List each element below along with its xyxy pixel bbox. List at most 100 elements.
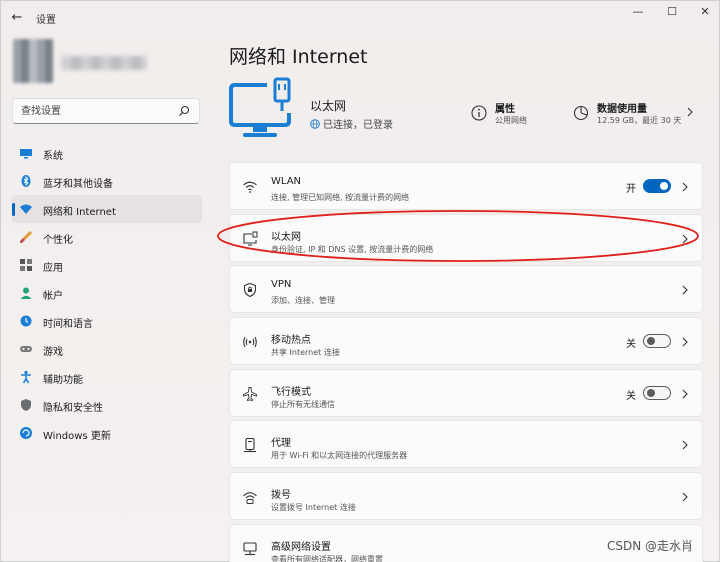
sidebar-item-label: 个性化 — [43, 235, 73, 246]
card-title: 飞行模式 — [271, 386, 311, 398]
chevron-right-icon — [682, 441, 688, 450]
wifi-icon — [243, 181, 257, 193]
sidebar-item-label: 时间和语言 — [43, 319, 93, 330]
chevron-right-icon — [682, 492, 688, 502]
toggle-state-label: 开 — [626, 184, 636, 195]
sidebar-item-label: 辅助功能 — [43, 375, 83, 386]
data-usage-sub: 12.59 GB，最近 30 天 — [597, 116, 682, 125]
toggle-knob — [647, 388, 655, 397]
sidebar-item-label: 网络和 Internet — [43, 207, 116, 218]
shield-icon — [21, 399, 31, 411]
ethernet-icon — [243, 231, 258, 246]
settings-list: WLAN 连接, 管理已知网络, 按流量计费的网络 开 以太网 身份验证, IP… — [229, 162, 703, 562]
chevron-right-icon — [682, 337, 688, 347]
close-button[interactable]: ✕ — [688, 4, 720, 20]
sidebar-item-accessibility[interactable]: 辅助功能 — [12, 363, 202, 391]
dialup-icon — [243, 492, 257, 505]
avatar[interactable] — [13, 39, 53, 83]
proxy-icon — [244, 438, 256, 453]
sidebar-item-label: 蓝牙和其他设备 — [43, 179, 113, 190]
card-mobile-hotspot[interactable]: 移动热点 共享 Internet 连接 关 — [229, 317, 703, 366]
card-subtitle: 用于 Wi-Fi 和以太网连接的代理服务器 — [271, 451, 408, 461]
toggle-state-label: 关 — [626, 390, 636, 402]
data-usage-label: 数据使用量 — [597, 104, 647, 115]
apps-icon — [20, 259, 32, 271]
back-button[interactable]: ← — [7, 9, 27, 27]
sidebar-item-label: 帐户 — [43, 291, 63, 302]
chevron-right-icon — [682, 182, 688, 192]
network-pc-icon — [243, 542, 257, 555]
hotspot-toggle[interactable] — [643, 334, 671, 349]
chevron-right-icon — [682, 389, 688, 399]
card-title: 代理 — [271, 438, 291, 450]
sidebar-item-label: Windows 更新 — [43, 431, 111, 442]
card-vpn[interactable]: VPN 添加、连接、管理 — [229, 265, 703, 314]
minimize-button[interactable]: — — [621, 4, 655, 20]
card-subtitle: 查看所有网络适配器，网络重置 — [271, 554, 383, 562]
card-title: VPN — [271, 279, 292, 291]
settings-window: ← 设置 — ☐ ✕ 系统 蓝牙和其他设备 — [0, 0, 720, 562]
search-input[interactable] — [21, 104, 171, 118]
title-bar: ← 设置 — ☐ ✕ — [1, 1, 719, 35]
maximize-button[interactable]: ☐ — [655, 4, 689, 20]
sidebar-item-label: 应用 — [43, 263, 63, 274]
sidebar-item-privacy[interactable]: 隐私和安全性 — [12, 391, 202, 419]
page-title: 网络和 Internet — [229, 46, 368, 68]
chevron-right-icon — [682, 234, 688, 244]
card-subtitle: 共享 Internet 连接 — [271, 348, 340, 358]
card-subtitle: 身份验证, IP 和 DNS 设置, 按流量计费的网络 — [271, 244, 434, 254]
card-ethernet[interactable]: 以太网 身份验证, IP 和 DNS 设置, 按流量计费的网络 — [229, 213, 703, 262]
sidebar-item-label: 系统 — [43, 151, 63, 162]
toggle-state-label: 关 — [626, 339, 636, 351]
gamepad-icon — [20, 346, 32, 352]
sidebar-item-system[interactable]: 系统 — [12, 139, 202, 167]
sidebar-item-network[interactable]: 网络和 Internet — [12, 195, 202, 223]
brush-icon — [20, 231, 32, 243]
chevron-right-icon — [682, 285, 688, 295]
toggle-knob — [660, 182, 668, 190]
card-proxy[interactable]: 代理 用于 Wi-Fi 和以太网连接的代理服务器 — [229, 420, 703, 469]
pie-chart-icon — [573, 105, 589, 121]
airplane-mode-toggle[interactable] — [643, 385, 671, 400]
globe-clock-icon — [20, 315, 32, 327]
airplane-icon — [243, 386, 257, 401]
properties-button[interactable]: 属性 公用网络 — [469, 98, 549, 128]
bluetooth-icon — [21, 175, 31, 187]
card-subtitle: 添加、连接、管理 — [271, 296, 335, 306]
account-name-blurred — [61, 56, 147, 70]
sidebar-item-apps[interactable]: 应用 — [12, 251, 202, 279]
connection-status-text: 已连接，已登录 — [323, 120, 393, 131]
hotspot-icon — [243, 336, 257, 348]
card-subtitle: 连接, 管理已知网络, 按流量计费的网络 — [271, 193, 410, 202]
sidebar-item-windows-update[interactable]: Windows 更新 — [12, 419, 202, 447]
sidebar-item-accounts[interactable]: 帐户 — [12, 279, 202, 307]
data-usage-button[interactable]: 数据使用量 12.59 GB，最近 30 天 — [571, 98, 701, 128]
sidebar-item-label: 游戏 — [43, 347, 63, 358]
ethernet-monitor-icon — [229, 77, 291, 137]
sidebar-nav: 系统 蓝牙和其他设备 网络和 Internet 个性化 应用 帐户 时间和语言 … — [12, 139, 202, 447]
card-title: 高级网络设置 — [271, 541, 331, 553]
card-title: 拨号 — [271, 490, 291, 502]
chevron-right-icon — [687, 107, 693, 117]
search-icon[interactable] — [177, 104, 191, 118]
globe-icon — [310, 119, 320, 129]
search-box[interactable] — [12, 98, 200, 124]
sidebar-item-gaming[interactable]: 游戏 — [12, 335, 202, 363]
wlan-toggle[interactable] — [643, 179, 671, 193]
person-icon — [20, 287, 32, 299]
connection-name: 以太网 — [310, 99, 347, 113]
vpn-shield-icon — [243, 283, 257, 298]
card-subtitle: 停止所有无线通信 — [271, 399, 335, 409]
card-title: 移动热点 — [271, 335, 311, 347]
sidebar-item-time-language[interactable]: 时间和语言 — [12, 307, 202, 335]
card-title: 以太网 — [271, 231, 301, 243]
card-wlan[interactable]: WLAN 连接, 管理已知网络, 按流量计费的网络 开 — [229, 162, 703, 210]
card-airplane-mode[interactable]: 飞行模式 停止所有无线通信 关 — [229, 368, 703, 417]
card-dial-up[interactable]: 拨号 设置拨号 Internet 连接 — [229, 472, 703, 521]
update-icon — [20, 427, 32, 439]
properties-sub: 公用网络 — [495, 116, 527, 125]
sidebar-item-bluetooth[interactable]: 蓝牙和其他设备 — [12, 167, 202, 195]
sidebar-item-personalization[interactable]: 个性化 — [12, 223, 202, 251]
info-icon — [471, 105, 487, 121]
connection-status: 已连接，已登录 — [310, 116, 393, 131]
